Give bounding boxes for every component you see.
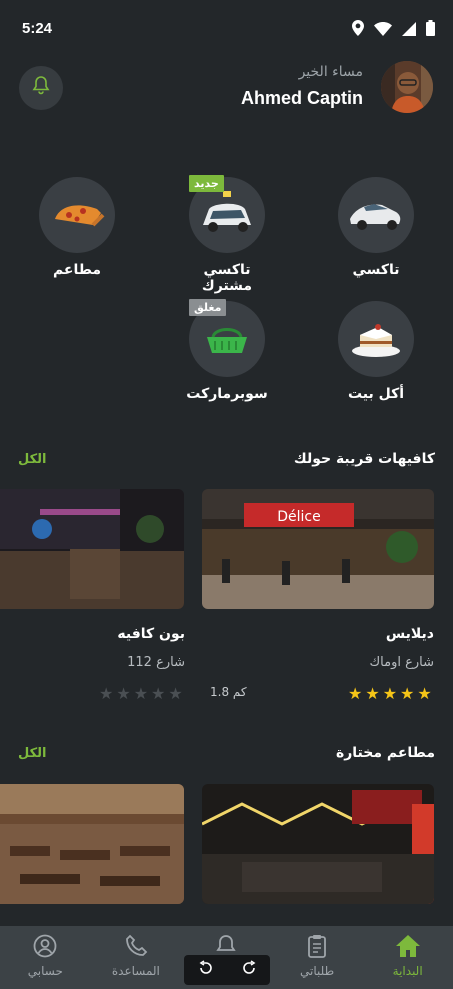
star-icon: ★ (365, 684, 380, 703)
category-supermarket[interactable]: مغلق سوبرماركت (182, 299, 272, 402)
star-icon: ★ (99, 684, 114, 703)
bell-icon (32, 76, 50, 100)
home-icon (395, 935, 421, 961)
nearby-cafes-header: الكل كافيهات قريبة حولك (18, 448, 435, 470)
cake-icon (338, 301, 414, 377)
avatar[interactable] (381, 61, 433, 113)
star-icon: ★ (382, 684, 398, 703)
restaurant-card-image[interactable] (202, 784, 434, 904)
battery-icon (426, 20, 435, 40)
section-title: مطاعم مختارة (335, 745, 435, 761)
cafe-card-image-delice[interactable]: Délice (202, 489, 434, 609)
cafe-distance: 1.8 كم (210, 685, 247, 699)
nav-orders[interactable]: طلباتي (272, 926, 363, 989)
greeting-block: مساء الخير Ahmed Captin (241, 64, 363, 109)
section-title: كافيهات قريبة حولك (293, 451, 435, 467)
nav-home[interactable]: البداية (362, 926, 453, 989)
rotate-left-icon[interactable] (198, 960, 214, 980)
new-badge: جديد (189, 175, 224, 192)
nav-label: طلباتي (300, 964, 335, 978)
status-icons (352, 20, 435, 40)
star-icon: ★ (400, 684, 415, 703)
status-bar: 5:24 (0, 0, 453, 60)
star-icon: ★ (417, 684, 432, 703)
category-label: مطاعم (52, 262, 102, 278)
star-icon: ★ (151, 684, 166, 703)
user-icon (33, 934, 57, 961)
nav-help[interactable]: المساعدة (91, 926, 182, 989)
chosen-restaurants-header: الكل مطاعم مختارة (18, 742, 435, 764)
category-label: سوبرماركت (186, 386, 268, 402)
star-icon: ★ (133, 684, 149, 703)
category-taxi[interactable]: تاكسي (331, 177, 421, 278)
category-label: تاكسي (352, 262, 400, 278)
cafe-card-image-bon[interactable] (0, 489, 184, 609)
clipboard-icon (306, 935, 328, 961)
star-icon: ★ (348, 684, 363, 703)
restaurant-card-image[interactable] (0, 784, 184, 904)
cafe-name: ديلايس (385, 626, 434, 642)
cafe-street: شارع اوماك (369, 655, 434, 670)
category-restaurants[interactable]: مطاعم (32, 177, 122, 278)
nav-label: المساعدة (111, 964, 160, 978)
category-home-food[interactable]: أكل بيت (331, 301, 421, 402)
nav-label: البداية (392, 964, 423, 978)
closed-badge: مغلق (189, 299, 227, 316)
phone-icon (124, 934, 148, 961)
cafe-sign-text: Délice (277, 509, 320, 525)
notifications-button[interactable] (19, 66, 63, 110)
see-all-link[interactable]: الكل (18, 746, 47, 761)
nav-account[interactable]: حسابي (0, 926, 91, 989)
nav-label: حسابي (27, 964, 63, 978)
wifi-icon (374, 21, 392, 40)
location-icon (352, 20, 364, 40)
greeting-text: مساء الخير (298, 64, 363, 80)
username: Ahmed Captin (240, 88, 363, 108)
see-all-link[interactable]: الكل (18, 452, 47, 467)
signal-icon (402, 21, 416, 40)
status-time: 5:24 (22, 20, 53, 37)
shared-taxi-icon: جديد (189, 175, 265, 253)
taxi-icon (338, 177, 414, 253)
rotate-right-icon[interactable] (241, 960, 257, 980)
cafe-street: شارع 112 (127, 655, 185, 670)
category-label: أكل بيت (347, 386, 405, 402)
category-label: تاكسي مشترك (201, 262, 253, 294)
star-icon: ★ (116, 684, 131, 703)
pizza-icon (39, 177, 115, 253)
screen-rotate-overlay (184, 955, 270, 985)
basket-icon: مغلق (189, 299, 265, 377)
star-icon: ★ (168, 684, 183, 703)
cafe-name: بون كافيه (117, 626, 185, 642)
rating-stars: ★ ★ ★ ★ ★ (348, 686, 432, 702)
category-shared-taxi[interactable]: جديد تاكسي مشترك (182, 175, 272, 294)
rating-stars: ★ ★ ★ ★ ★ (99, 686, 183, 702)
